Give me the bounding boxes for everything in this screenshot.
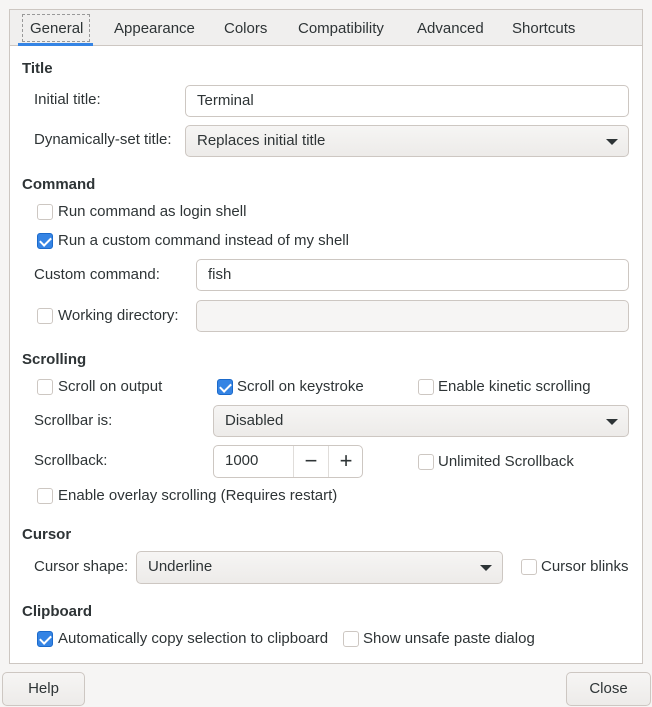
working-directory-input[interactable]	[196, 300, 629, 332]
dynamic-title-dropdown[interactable]: Replaces initial title	[185, 125, 629, 157]
cursor-shape-label: Cursor shape:	[34, 558, 129, 575]
initial-title-input[interactable]: Terminal	[185, 85, 629, 117]
section-clipboard-heading: Clipboard	[22, 603, 92, 620]
scrollbar-label: Scrollbar is:	[34, 412, 113, 429]
scrollbar-dropdown[interactable]: Disabled	[213, 405, 629, 437]
section-cursor-heading: Cursor	[22, 526, 72, 543]
dynamic-title-label: Dynamically-set title:	[34, 131, 172, 148]
auto-copy-checkbox[interactable]	[37, 631, 53, 647]
cursor-shape-value: Underline	[148, 558, 213, 575]
active-tab-indicator	[18, 43, 93, 46]
custom-command-input[interactable]: fish	[196, 259, 629, 291]
auto-copy-label[interactable]: Automatically copy selection to clipboar…	[58, 630, 328, 648]
scroll-on-keystroke-label[interactable]: Scroll on keystroke	[237, 378, 364, 396]
tab-shortcuts[interactable]: Shortcuts	[512, 20, 575, 38]
scrollback-spinner[interactable]: 1000 − +	[213, 445, 363, 478]
cursor-shape-dropdown[interactable]: Underline	[136, 551, 503, 584]
dropdown-arrow-icon	[606, 419, 618, 425]
tab-colors[interactable]: Colors	[224, 20, 267, 38]
dropdown-arrow-icon	[480, 565, 492, 571]
initial-title-label: Initial title:	[34, 91, 101, 108]
cursor-blinks-label[interactable]: Cursor blinks	[541, 558, 629, 576]
dropdown-arrow-icon	[606, 139, 618, 145]
increment-button[interactable]: +	[328, 446, 363, 477]
scrollback-value[interactable]: 1000	[225, 452, 258, 469]
cursor-blinks-checkbox[interactable]	[521, 559, 537, 575]
unlimited-scrollback-label[interactable]: Unlimited Scrollback	[438, 453, 574, 471]
custom-command-checkbox[interactable]	[37, 233, 53, 249]
overlay-scrolling-label[interactable]: Enable overlay scrolling (Requires resta…	[58, 487, 337, 505]
working-directory-checkbox[interactable]	[37, 308, 53, 324]
section-scrolling-heading: Scrolling	[22, 351, 87, 368]
working-directory-label[interactable]: Working directory:	[58, 307, 179, 325]
unsafe-paste-label[interactable]: Show unsafe paste dialog	[363, 630, 535, 648]
login-shell-label[interactable]: Run command as login shell	[58, 203, 246, 221]
login-shell-checkbox[interactable]	[37, 204, 53, 220]
kinetic-scrolling-label[interactable]: Enable kinetic scrolling	[438, 378, 591, 396]
close-button[interactable]: Close	[566, 672, 651, 706]
tab-compatibility[interactable]: Compatibility	[298, 20, 384, 38]
tab-bar: General Appearance Colors Compatibility …	[10, 10, 642, 46]
tab-advanced[interactable]: Advanced	[417, 20, 484, 38]
scrollbar-value: Disabled	[225, 412, 284, 429]
unsafe-paste-checkbox[interactable]	[343, 631, 359, 647]
scroll-on-output-label[interactable]: Scroll on output	[58, 378, 162, 396]
custom-command-label: Custom command:	[34, 266, 160, 283]
help-button[interactable]: Help	[2, 672, 85, 706]
dynamic-title-value: Replaces initial title	[197, 132, 326, 149]
tab-focus-ring	[22, 14, 90, 42]
decrement-button[interactable]: −	[293, 446, 328, 477]
scroll-on-output-checkbox[interactable]	[37, 379, 53, 395]
section-command-heading: Command	[22, 176, 96, 193]
custom-command-toggle-label[interactable]: Run a custom command instead of my shell	[58, 232, 349, 250]
scroll-on-keystroke-checkbox[interactable]	[217, 379, 233, 395]
tab-appearance[interactable]: Appearance	[114, 20, 195, 38]
scrollback-label: Scrollback:	[34, 452, 108, 469]
overlay-scrolling-checkbox[interactable]	[37, 488, 53, 504]
kinetic-scrolling-checkbox[interactable]	[418, 379, 434, 395]
section-title-heading: Title	[22, 60, 53, 77]
unlimited-scrollback-checkbox[interactable]	[418, 454, 434, 470]
